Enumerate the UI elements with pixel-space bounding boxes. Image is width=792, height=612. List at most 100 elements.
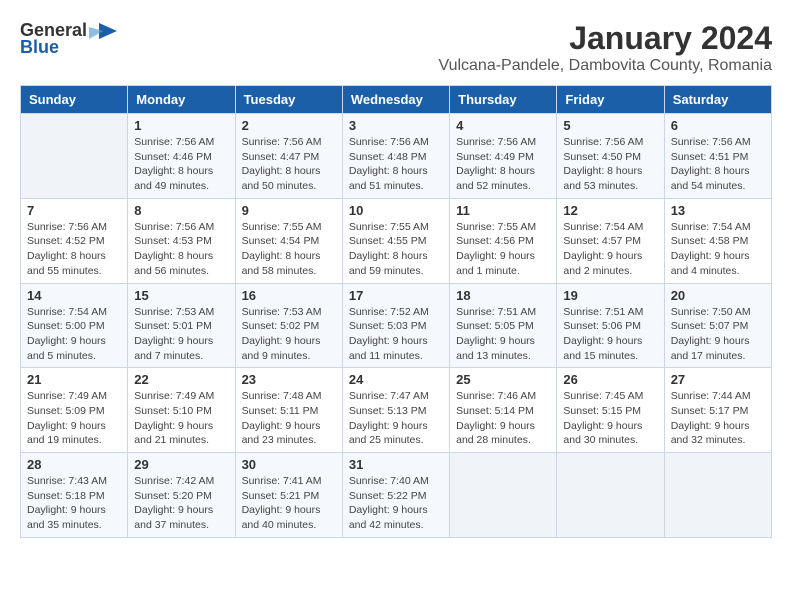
day-number: 8 (134, 203, 228, 218)
day-detail: Sunrise: 7:50 AM Sunset: 5:07 PM Dayligh… (671, 305, 765, 364)
day-number: 27 (671, 372, 765, 387)
calendar-cell: 20 Sunrise: 7:50 AM Sunset: 5:07 PM Dayli… (664, 283, 771, 368)
calendar-header-row: SundayMondayTuesdayWednesdayThursdayFrid… (21, 86, 772, 114)
day-detail: Sunrise: 7:53 AM Sunset: 5:02 PM Dayligh… (242, 305, 336, 364)
day-number: 24 (349, 372, 443, 387)
day-number: 28 (27, 457, 121, 472)
calendar-cell: 7Sunrise: 7:56 AM Sunset: 4:52 PM Daylig… (21, 198, 128, 283)
calendar-cell: 27 Sunrise: 7:44 AM Sunset: 5:17 PM Dayli… (664, 368, 771, 453)
title-block: January 2024 Vulcana-Pandele, Dambovita … (438, 20, 772, 75)
calendar-cell: 10 Sunrise: 7:55 AM Sunset: 4:55 PM Dayli… (342, 198, 449, 283)
logo-icon (89, 21, 117, 41)
column-header-saturday: Saturday (664, 86, 771, 114)
column-header-friday: Friday (557, 86, 664, 114)
calendar-cell: 19 Sunrise: 7:51 AM Sunset: 5:06 PM Dayli… (557, 283, 664, 368)
calendar-cell (450, 453, 557, 538)
calendar-cell: 30 Sunrise: 7:41 AM Sunset: 5:21 PM Dayli… (235, 453, 342, 538)
calendar-cell: 26 Sunrise: 7:45 AM Sunset: 5:15 PM Dayli… (557, 368, 664, 453)
calendar-cell: 24 Sunrise: 7:47 AM Sunset: 5:13 PM Dayli… (342, 368, 449, 453)
day-number: 14 (27, 288, 121, 303)
calendar-cell: 6Sunrise: 7:56 AM Sunset: 4:51 PM Daylig… (664, 114, 771, 199)
calendar-cell: 13Sunrise: 7:54 AM Sunset: 4:58 PM Dayli… (664, 198, 771, 283)
calendar-cell: 31Sunrise: 7:40 AM Sunset: 5:22 PM Dayli… (342, 453, 449, 538)
day-detail: Sunrise: 7:54 AM Sunset: 5:00 PM Dayligh… (27, 305, 121, 364)
day-number: 3 (349, 118, 443, 133)
day-number: 13 (671, 203, 765, 218)
calendar-cell: 21 Sunrise: 7:49 AM Sunset: 5:09 PM Dayli… (21, 368, 128, 453)
day-detail: Sunrise: 7:46 AM Sunset: 5:14 PM Dayligh… (456, 389, 550, 448)
calendar-cell: 14 Sunrise: 7:54 AM Sunset: 5:00 PM Dayli… (21, 283, 128, 368)
day-detail: Sunrise: 7:56 AM Sunset: 4:49 PM Dayligh… (456, 135, 550, 194)
calendar-cell: 11Sunrise: 7:55 AM Sunset: 4:56 PM Dayli… (450, 198, 557, 283)
day-number: 9 (242, 203, 336, 218)
day-detail: Sunrise: 7:56 AM Sunset: 4:46 PM Dayligh… (134, 135, 228, 194)
day-number: 10 (349, 203, 443, 218)
day-number: 2 (242, 118, 336, 133)
day-number: 26 (563, 372, 657, 387)
day-number: 23 (242, 372, 336, 387)
calendar-cell: 15 Sunrise: 7:53 AM Sunset: 5:01 PM Dayli… (128, 283, 235, 368)
column-header-monday: Monday (128, 86, 235, 114)
day-number: 21 (27, 372, 121, 387)
calendar-week-row: 21 Sunrise: 7:49 AM Sunset: 5:09 PM Dayli… (21, 368, 772, 453)
page-header: General Blue January 2024 Vulcana-Pandel… (20, 20, 772, 75)
column-header-tuesday: Tuesday (235, 86, 342, 114)
day-detail: Sunrise: 7:48 AM Sunset: 5:11 PM Dayligh… (242, 389, 336, 448)
calendar-week-row: 7Sunrise: 7:56 AM Sunset: 4:52 PM Daylig… (21, 198, 772, 283)
day-number: 5 (563, 118, 657, 133)
day-number: 17 (349, 288, 443, 303)
calendar-week-row: 1Sunrise: 7:56 AM Sunset: 4:46 PM Daylig… (21, 114, 772, 199)
day-number: 4 (456, 118, 550, 133)
day-number: 19 (563, 288, 657, 303)
calendar-cell: 1Sunrise: 7:56 AM Sunset: 4:46 PM Daylig… (128, 114, 235, 199)
day-number: 6 (671, 118, 765, 133)
calendar-cell: 12 Sunrise: 7:54 AM Sunset: 4:57 PM Dayli… (557, 198, 664, 283)
day-number: 22 (134, 372, 228, 387)
day-number: 15 (134, 288, 228, 303)
calendar-cell: 16 Sunrise: 7:53 AM Sunset: 5:02 PM Dayli… (235, 283, 342, 368)
calendar-cell: 18Sunrise: 7:51 AM Sunset: 5:05 PM Dayli… (450, 283, 557, 368)
column-header-wednesday: Wednesday (342, 86, 449, 114)
day-detail: Sunrise: 7:56 AM Sunset: 4:52 PM Dayligh… (27, 220, 121, 279)
day-detail: Sunrise: 7:49 AM Sunset: 5:09 PM Dayligh… (27, 389, 121, 448)
calendar-week-row: 28 Sunrise: 7:43 AM Sunset: 5:18 PM Dayli… (21, 453, 772, 538)
calendar-cell (21, 114, 128, 199)
day-detail: Sunrise: 7:49 AM Sunset: 5:10 PM Dayligh… (134, 389, 228, 448)
calendar-cell: 23 Sunrise: 7:48 AM Sunset: 5:11 PM Dayli… (235, 368, 342, 453)
day-detail: Sunrise: 7:51 AM Sunset: 5:05 PM Dayligh… (456, 305, 550, 364)
day-detail: Sunrise: 7:56 AM Sunset: 4:48 PM Dayligh… (349, 135, 443, 194)
day-detail: Sunrise: 7:55 AM Sunset: 4:54 PM Dayligh… (242, 220, 336, 279)
day-detail: Sunrise: 7:43 AM Sunset: 5:18 PM Dayligh… (27, 474, 121, 533)
day-detail: Sunrise: 7:40 AM Sunset: 5:22 PM Dayligh… (349, 474, 443, 533)
day-detail: Sunrise: 7:44 AM Sunset: 5:17 PM Dayligh… (671, 389, 765, 448)
day-number: 11 (456, 203, 550, 218)
calendar-cell: 5Sunrise: 7:56 AM Sunset: 4:50 PM Daylig… (557, 114, 664, 199)
column-header-thursday: Thursday (450, 86, 557, 114)
day-detail: Sunrise: 7:51 AM Sunset: 5:06 PM Dayligh… (563, 305, 657, 364)
day-number: 30 (242, 457, 336, 472)
calendar-cell: 4 Sunrise: 7:56 AM Sunset: 4:49 PM Daylig… (450, 114, 557, 199)
day-detail: Sunrise: 7:53 AM Sunset: 5:01 PM Dayligh… (134, 305, 228, 364)
day-number: 20 (671, 288, 765, 303)
calendar-cell: 25 Sunrise: 7:46 AM Sunset: 5:14 PM Dayli… (450, 368, 557, 453)
day-detail: Sunrise: 7:52 AM Sunset: 5:03 PM Dayligh… (349, 305, 443, 364)
day-detail: Sunrise: 7:55 AM Sunset: 4:55 PM Dayligh… (349, 220, 443, 279)
calendar-cell (557, 453, 664, 538)
column-header-sunday: Sunday (21, 86, 128, 114)
day-detail: Sunrise: 7:47 AM Sunset: 5:13 PM Dayligh… (349, 389, 443, 448)
calendar-cell (664, 453, 771, 538)
day-detail: Sunrise: 7:56 AM Sunset: 4:53 PM Dayligh… (134, 220, 228, 279)
calendar-cell: 28 Sunrise: 7:43 AM Sunset: 5:18 PM Dayli… (21, 453, 128, 538)
day-detail: Sunrise: 7:54 AM Sunset: 4:57 PM Dayligh… (563, 220, 657, 279)
calendar-subtitle: Vulcana-Pandele, Dambovita County, Roman… (438, 57, 772, 75)
logo: General Blue (20, 20, 117, 58)
day-number: 12 (563, 203, 657, 218)
day-number: 25 (456, 372, 550, 387)
calendar-cell: 29Sunrise: 7:42 AM Sunset: 5:20 PM Dayli… (128, 453, 235, 538)
day-detail: Sunrise: 7:45 AM Sunset: 5:15 PM Dayligh… (563, 389, 657, 448)
calendar-cell: 2Sunrise: 7:56 AM Sunset: 4:47 PM Daylig… (235, 114, 342, 199)
day-number: 16 (242, 288, 336, 303)
calendar-table: SundayMondayTuesdayWednesdayThursdayFrid… (20, 85, 772, 538)
day-detail: Sunrise: 7:42 AM Sunset: 5:20 PM Dayligh… (134, 474, 228, 533)
day-detail: Sunrise: 7:41 AM Sunset: 5:21 PM Dayligh… (242, 474, 336, 533)
